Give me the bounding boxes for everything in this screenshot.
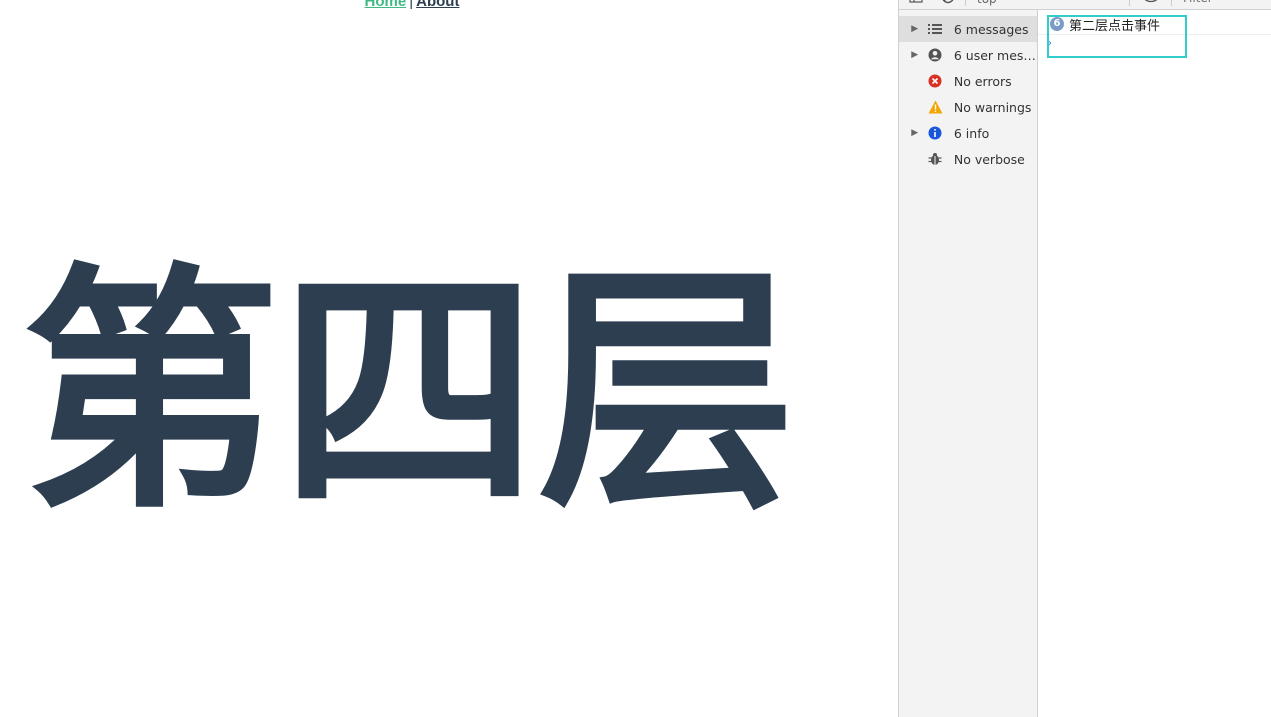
filter-input[interactable] [1179,0,1271,5]
about-link[interactable]: About [416,0,459,10]
user-circle-icon [926,48,943,62]
console-toolbar: top ▾ [899,0,1271,10]
console-message-text: 第二层点击事件 [1069,18,1161,34]
expand-arrow-icon[interactable]: ▶ [907,128,922,138]
sidebar-item-verbose[interactable]: No verbose [899,146,1037,172]
sidebar-item-label: 6 user messages [953,47,1038,63]
bug-icon [926,152,943,166]
home-link[interactable]: Home [365,0,407,10]
sidebar-item-warnings[interactable]: No warnings [899,94,1037,120]
sidebar-toggle-icon[interactable] [909,0,923,4]
expand-arrow-icon[interactable]: ▶ [907,24,922,34]
console-sidebar: ▶ 6 messages ▶ 6 user messages No errors [899,10,1038,717]
nav-separator: | [409,0,414,10]
toolbar-divider [1129,0,1130,6]
sidebar-item-messages[interactable]: ▶ 6 messages [899,16,1037,42]
toolbar-divider [965,0,966,6]
list-icon [926,23,943,35]
console-prompt[interactable]: › [1048,38,1052,49]
page-title: 第四层 [22,243,796,543]
context-caret-icon[interactable]: ▾ [1111,0,1116,2]
console-message[interactable]: 6 第二层点击事件 [1038,14,1271,35]
clear-console-icon[interactable] [941,0,955,4]
sidebar-item-errors[interactable]: No errors [899,68,1037,94]
sidebar-item-info[interactable]: ▶ 6 info [899,120,1037,146]
sidebar-item-label: No warnings [953,99,1032,115]
sidebar-item-label: 6 info [953,125,990,141]
sidebar-item-label: No errors [953,73,1012,89]
context-selector[interactable]: top [977,0,997,6]
eye-icon[interactable] [1143,0,1158,4]
expand-arrow-icon[interactable]: ▶ [907,50,922,60]
error-icon [926,74,943,88]
sidebar-item-label: 6 messages [953,21,1029,37]
info-icon [926,126,943,140]
warning-icon [926,100,943,114]
repeat-count-badge: 6 [1050,17,1064,31]
sidebar-item-label: No verbose [953,151,1025,167]
toolbar-divider [1171,0,1172,6]
sidebar-item-user-messages[interactable]: ▶ 6 user messages [899,42,1037,68]
devtools-panel: top ▾ ▶ 6 messages ▶ 6 user messages [898,0,1271,717]
console-output: 6 第二层点击事件 › [1038,10,1271,717]
top-nav: Home | About [0,0,824,10]
web-page: Home | About 第四层 [0,0,898,717]
